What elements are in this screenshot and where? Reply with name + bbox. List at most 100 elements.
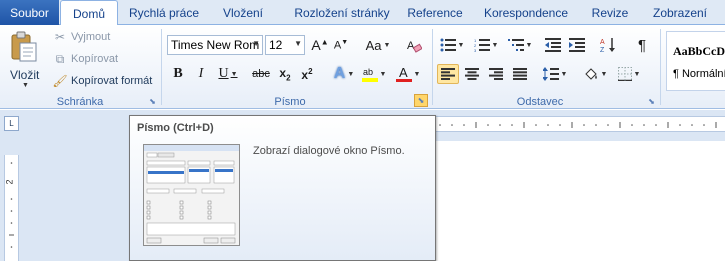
chevron-down-icon: ▼ [347, 70, 355, 78]
bold-button[interactable]: B [170, 64, 186, 84]
ruler-number: 2 [4, 179, 15, 185]
group-separator [432, 29, 433, 105]
tab-home[interactable]: Domů [60, 0, 118, 26]
style-normal[interactable]: AaBbCcD ¶ Normální [666, 31, 725, 91]
grow-font-button[interactable]: A▲ [311, 35, 329, 55]
ribbon-home: Vložit ▼ ✂ Vyjmout ⧉ Kopírovat 🖌 Kopírov… [0, 25, 725, 109]
document-page[interactable] [434, 141, 725, 261]
tab-mailings[interactable]: Korespondence [478, 0, 574, 25]
numbering-button[interactable]: 123 ▼ [473, 35, 499, 55]
chevron-down-icon: ▼ [600, 70, 608, 78]
clipboard-dialog-launcher[interactable]: ⬊ [147, 96, 158, 107]
copy-label: Kopírovat [71, 53, 119, 65]
sort-button[interactable]: AZ [599, 35, 617, 55]
borders-icon [617, 67, 632, 81]
decrease-indent-button[interactable] [544, 35, 562, 55]
justify-button[interactable] [509, 64, 531, 84]
justify-icon [513, 68, 527, 80]
increase-indent-button[interactable] [568, 35, 586, 55]
multilevel-list-button[interactable]: ▼ [507, 35, 533, 55]
clear-formatting-button[interactable]: A [404, 35, 424, 55]
shrink-font-button[interactable]: A▼ [332, 35, 350, 55]
scissors-icon: ✂ [54, 30, 66, 44]
subscript-icon: x2 [279, 65, 291, 83]
format-painter-button[interactable]: 🖌 Kopírovat formát [52, 74, 152, 88]
superscript-icon: x2 [301, 66, 313, 82]
text-effects-icon: A [333, 65, 346, 82]
copy-button[interactable]: ⧉ Kopírovat [52, 52, 118, 66]
subscript-button[interactable]: x2 [276, 64, 294, 84]
tooltip-description: Zobrazí dialogové okno Písmo. [253, 145, 405, 157]
shading-button[interactable]: ▼ [582, 64, 608, 84]
font-dialog-tooltip: Písmo (Ctrl+D) Zobrazí dialogové okno Pí… [129, 115, 436, 261]
paint-bucket-icon [584, 68, 597, 80]
group-separator [161, 29, 162, 105]
svg-text:A: A [600, 39, 605, 46]
chevron-down-icon: ▼ [525, 41, 533, 49]
strikethrough-button[interactable]: abc [251, 64, 271, 84]
font-color-button[interactable]: A ▼ [395, 64, 421, 84]
italic-button[interactable]: I [193, 64, 209, 84]
tab-selector-button[interactable]: L [4, 116, 19, 131]
chevron-down-icon: ▼ [383, 41, 391, 49]
tab-review[interactable]: Revize [585, 0, 635, 25]
chevron-down-icon: ▼ [379, 70, 387, 78]
align-center-icon [465, 68, 479, 80]
underline-icon: U [218, 66, 229, 81]
svg-text:ab: ab [363, 67, 373, 77]
paste-button[interactable]: Vložit ▼ [4, 27, 42, 89]
underline-button[interactable]: U ▼ [216, 64, 240, 84]
borders-button[interactable]: ▼ [616, 64, 642, 84]
tab-quick-work[interactable]: Rychlá práce [124, 0, 204, 25]
chevron-down-icon: ▼ [230, 70, 238, 78]
left-tab-icon: L [9, 119, 14, 128]
tab-references[interactable]: Reference [402, 0, 468, 25]
horizontal-ruler[interactable] [434, 116, 725, 132]
copy-icon: ⧉ [55, 51, 65, 66]
dialog-preview-icon [144, 145, 239, 244]
line-spacing-button[interactable]: ▼ [542, 64, 568, 84]
bullets-button[interactable]: ▼ [439, 35, 465, 55]
multilevel-list-icon [507, 39, 524, 51]
sort-icon: AZ [600, 38, 615, 53]
group-separator [660, 29, 661, 105]
tab-file[interactable]: Soubor [0, 0, 59, 25]
grow-font-icon: A▲ [311, 37, 329, 53]
svg-text:A: A [407, 40, 415, 52]
paragraph-dialog-launcher[interactable]: ⬊ [646, 96, 657, 107]
bold-icon: B [173, 66, 183, 81]
decrease-indent-icon [545, 38, 561, 52]
align-center-button[interactable] [461, 64, 483, 84]
brush-icon: 🖌 [52, 74, 68, 88]
align-left-button[interactable] [437, 64, 459, 84]
font-name-combo[interactable]: Times New Rom ▼ [167, 35, 263, 55]
paste-icon [11, 31, 37, 62]
font-size-combo[interactable]: 12 ▼ [265, 35, 305, 55]
show-marks-button[interactable]: ¶ [633, 35, 651, 55]
align-right-button[interactable] [485, 64, 507, 84]
highlight-color-button[interactable]: ab ▼ [361, 64, 387, 84]
page-gap [434, 133, 725, 141]
font-dialog-preview-image [143, 144, 240, 246]
format-painter-label: Kopírovat formát [71, 75, 153, 87]
change-case-button[interactable]: Aa ▼ [364, 35, 392, 55]
numbering-icon: 123 [474, 38, 490, 52]
strikethrough-icon: abc [252, 68, 270, 80]
tooltip-title: Písmo (Ctrl+D) [137, 122, 214, 134]
font-dialog-launcher[interactable]: ⬊ [414, 94, 428, 107]
align-right-icon [489, 68, 503, 80]
tab-page-layout[interactable]: Rozložení stránky [284, 0, 400, 25]
tab-view[interactable]: Zobrazení [645, 0, 715, 25]
text-effects-button[interactable]: A ▼ [332, 64, 356, 84]
shrink-font-icon: A▼ [333, 38, 349, 52]
cut-button[interactable]: ✂ Vyjmout [52, 30, 110, 44]
superscript-button[interactable]: x2 [298, 64, 316, 84]
tab-insert[interactable]: Vložení [213, 0, 273, 25]
chevron-down-icon: ▼ [294, 39, 302, 48]
vertical-ruler-ticks [9, 162, 14, 248]
vertical-ruler[interactable]: 2 [4, 155, 19, 261]
chevron-down-icon: ▼ [633, 70, 641, 78]
font-name-value: Times New Rom [171, 38, 260, 52]
cut-label: Vyjmout [71, 31, 111, 43]
pilcrow-icon: ¶ [637, 36, 647, 54]
